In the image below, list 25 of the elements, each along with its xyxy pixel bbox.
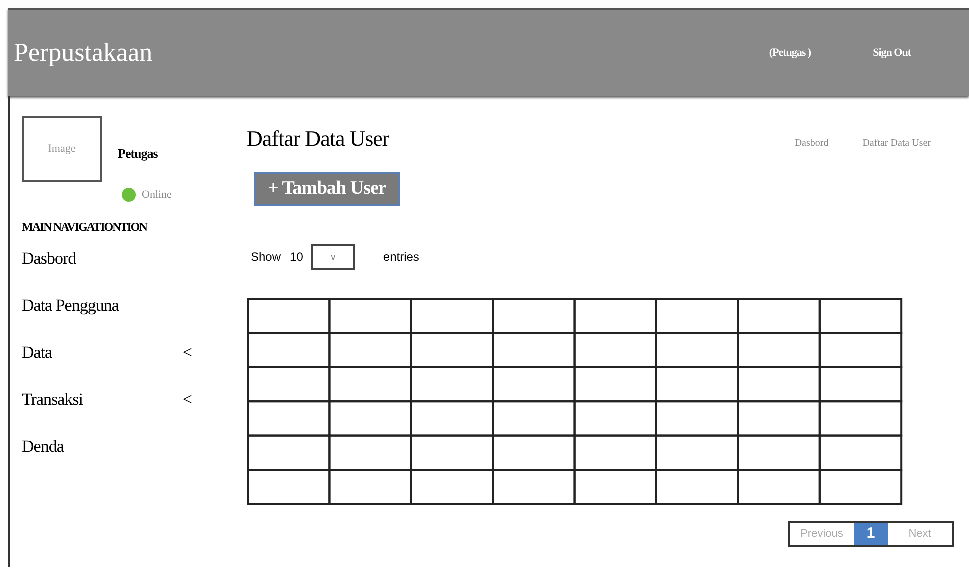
page-title: Daftar Data User	[247, 126, 390, 152]
nav-item[interactable]: Transaksi	[22, 390, 183, 410]
sign-out-link[interactable]: Sign Out	[873, 47, 911, 59]
show-label: Show	[251, 250, 282, 264]
entries-label: entries	[383, 250, 420, 264]
chevron-icon: <	[182, 343, 192, 363]
app-title: Perpustakaan	[14, 38, 154, 68]
add-user-button[interactable]: + Tambah User	[254, 172, 400, 206]
chevron-icon: <	[182, 390, 192, 410]
pagination-button[interactable]: Next	[888, 523, 952, 545]
user-role: (Petugas )	[769, 47, 812, 59]
pagination-button[interactable]: Previous	[790, 523, 854, 545]
image-placeholder-label: Image	[48, 143, 76, 155]
nav-item[interactable]: Denda	[22, 437, 192, 457]
nav-item[interactable]: Dasbord	[22, 249, 192, 269]
section-title: MAIN NAVIGATIONTION	[22, 220, 148, 235]
entries-dropdown[interactable]: v	[311, 244, 356, 270]
pagination-button[interactable]: 1	[854, 523, 888, 545]
breadcrumb-link[interactable]: Daftar Data User	[862, 138, 931, 149]
status-label: Online	[142, 189, 172, 201]
nav-item[interactable]: Data	[22, 343, 183, 363]
nav-item[interactable]: Data Pengguna	[22, 296, 192, 316]
breadcrumb-link[interactable]: Dasbord	[794, 138, 829, 149]
user-name: Petugas	[118, 146, 158, 163]
entries-count: 10	[290, 250, 304, 264]
